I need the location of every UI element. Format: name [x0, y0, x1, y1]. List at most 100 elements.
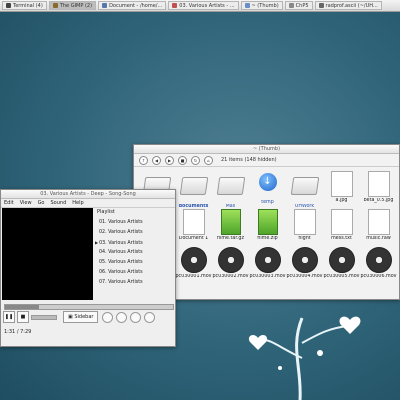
- file-item-label: pc030004.mov: [286, 274, 323, 279]
- file-manager-title: ~ (Thumb): [134, 145, 399, 154]
- volume-slider[interactable]: [31, 314, 57, 320]
- folder-shape: [290, 177, 319, 195]
- document-icon: [366, 171, 392, 197]
- folder-icon: [179, 177, 208, 203]
- taskbar-item[interactable]: ChP5: [284, 1, 313, 10]
- taskbar-item[interactable]: Document - /home/...: [98, 1, 167, 10]
- archive-icon: [255, 209, 281, 235]
- next-icon[interactable]: [130, 311, 142, 323]
- file-item[interactable]: flight: [286, 207, 323, 245]
- file-item-label: pc030001.mov: [175, 274, 212, 279]
- reel-shape: [254, 247, 281, 273]
- media-player-window: 03. Various Artists - Deep - Song-Song E…: [0, 189, 176, 347]
- seek-bar[interactable]: [4, 304, 174, 310]
- file-item[interactable]: pc030006.mov: [360, 245, 397, 283]
- fullscreen-icon[interactable]: [144, 311, 156, 323]
- file-item-label: pc030002.mov: [212, 274, 249, 279]
- reel-shape: [291, 247, 318, 273]
- folder-icon: [290, 177, 319, 203]
- file-item[interactable]: Mail: [212, 169, 249, 209]
- file-item[interactable]: UHWork: [286, 169, 323, 209]
- playlist-row[interactable]: 03. Various Artists: [95, 238, 175, 248]
- up-icon[interactable]: ↑: [139, 155, 148, 165]
- taskbar-item-label: ChP5: [295, 3, 309, 9]
- file-item[interactable]: pc030004.mov: [286, 245, 323, 283]
- reload-icon[interactable]: ↻: [191, 155, 200, 165]
- file-item[interactable]: music.raw: [360, 207, 397, 245]
- archive-icon: [218, 209, 244, 235]
- playlist-row[interactable]: 02. Various Artists: [95, 228, 175, 238]
- taskbar-item[interactable]: ~ (Thumb): [240, 1, 283, 10]
- file-item[interactable]: ↓ temp: [249, 169, 286, 207]
- file-item[interactable]: a.jpg: [323, 169, 360, 207]
- forward-icon[interactable]: ▶: [165, 155, 174, 165]
- previous-icon[interactable]: [102, 311, 114, 323]
- reel-shape: [217, 247, 244, 273]
- menu-help[interactable]: Help: [72, 200, 83, 206]
- file-item[interactable]: pc030002.mov: [212, 245, 249, 283]
- file-item-label: temp: [261, 200, 274, 205]
- file-item[interactable]: documents: [175, 169, 212, 209]
- taskbar-item[interactable]: Terminal (4): [2, 1, 47, 10]
- app-icon: [102, 3, 108, 8]
- file-item-label: mess.txt: [331, 236, 352, 241]
- item-count: 21 items (148 hidden): [221, 157, 277, 163]
- video-area[interactable]: [2, 208, 93, 300]
- player-controls: ❚❚ ■ ▣ Sidebar: [3, 311, 158, 323]
- stop-icon[interactable]: ■: [178, 155, 187, 165]
- folder-icon: [216, 177, 245, 203]
- film-reel-icon: [291, 247, 318, 273]
- app-icon: [288, 3, 294, 8]
- file-item[interactable]: pc030001.mov: [175, 245, 212, 283]
- playlist-row[interactable]: 07. Various Artists: [95, 278, 175, 288]
- folder-shape: [179, 177, 208, 195]
- playlist-label: Playlist: [97, 209, 115, 215]
- taskbar-item-label: radprof.ascii (~/UH...: [325, 3, 378, 9]
- stop-icon[interactable]: ■: [17, 311, 29, 323]
- menu-view[interactable]: View: [20, 200, 32, 206]
- file-item-label: music.raw: [366, 236, 391, 241]
- download-arrow: ↓: [258, 173, 277, 191]
- file-item-label: pc030006.mov: [360, 274, 397, 279]
- reel-shape: [328, 247, 355, 273]
- playlist-row[interactable]: 05. Various Artists: [95, 258, 175, 268]
- playlist-row[interactable]: 04. Various Artists: [95, 248, 175, 258]
- taskbar-item[interactable]: radprof.ascii (~/UH...: [314, 1, 382, 10]
- file-item[interactable]: beta_0.5.jpg: [360, 169, 397, 207]
- taskbar-item[interactable]: The GIMP (2): [48, 1, 97, 10]
- app-icon: [172, 3, 178, 8]
- document-icon: [329, 209, 355, 235]
- menu-edit[interactable]: Edit: [4, 200, 14, 206]
- file-item[interactable]: Document 1: [175, 207, 212, 245]
- file-item[interactable]: filme.tar.gz: [212, 207, 249, 245]
- document-shape: [367, 209, 390, 235]
- file-item-label: pc030005.mov: [323, 274, 360, 279]
- document-icon: [366, 209, 392, 235]
- film-reel-icon: [217, 247, 244, 273]
- playlist-row[interactable]: 06. Various Artists: [95, 268, 175, 278]
- wallpaper-tree-art: [248, 316, 361, 400]
- taskbar-item[interactable]: 03. Various Artists - ...: [168, 1, 239, 10]
- file-item[interactable]: pc030005.mov: [323, 245, 360, 283]
- folder-shape: [216, 177, 245, 195]
- playlist-row[interactable]: 01. Various Artists: [95, 218, 175, 228]
- document-shape: [182, 209, 205, 235]
- file-item[interactable]: pc030003.mov: [249, 245, 286, 283]
- home-icon[interactable]: ⌂: [204, 155, 213, 165]
- pause-icon[interactable]: ❚❚: [3, 311, 15, 323]
- time-display: 1:31 / 7:29: [4, 329, 32, 335]
- play-icon[interactable]: [116, 311, 128, 323]
- taskbar-item-label: Terminal (4): [13, 3, 43, 9]
- player-menubar: Edit View Go Sound Help: [1, 199, 175, 208]
- file-item-label: beta_0.5.jpg: [363, 198, 394, 203]
- sidebar-button[interactable]: ▣ Sidebar: [63, 311, 99, 323]
- document-icon: [181, 209, 207, 235]
- back-icon[interactable]: ◀: [152, 155, 161, 165]
- file-item[interactable]: mess.txt: [323, 207, 360, 245]
- taskbar-item-label: ~ (Thumb): [251, 3, 279, 9]
- file-item-label: Document 1: [178, 236, 209, 241]
- menu-sound[interactable]: Sound: [51, 200, 67, 206]
- file-item[interactable]: filme.zip: [249, 207, 286, 245]
- menu-go[interactable]: Go: [38, 200, 45, 206]
- document-icon: [329, 171, 355, 197]
